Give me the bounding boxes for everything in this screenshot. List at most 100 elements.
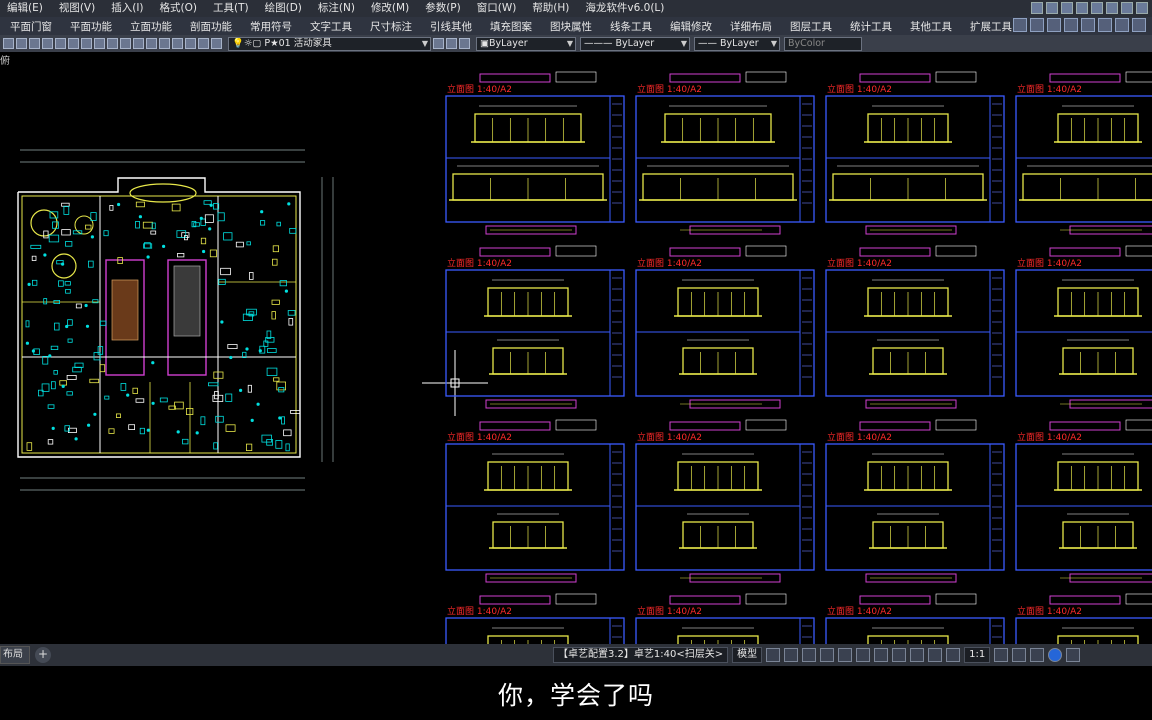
layer-iso-icon[interactable] <box>146 38 157 49</box>
config-status[interactable]: 【卓艺配置3.2】卓艺1:40<扫层关> <box>553 647 729 663</box>
drawing-canvas[interactable]: 俯 立面图 1:40/A2 立面图 1:40/A2 立面图 1:40/A2 立面… <box>0 52 1152 644</box>
open-icon[interactable] <box>16 38 27 49</box>
menu-item[interactable]: 参数(P) <box>418 0 470 17</box>
layer-walk-icon[interactable] <box>159 38 170 49</box>
quick-tool-icon[interactable] <box>1132 18 1146 32</box>
auto-scale-icon[interactable] <box>946 648 961 662</box>
layer-dropdown[interactable]: 💡☼▢ P★01 活动家具 ▼ <box>228 36 431 51</box>
layer-unisolate-icon[interactable] <box>211 38 222 49</box>
function-menu-item[interactable]: 编辑修改 <box>660 19 720 34</box>
function-menu-item[interactable]: 详细布局 <box>720 19 780 34</box>
grid-icon[interactable] <box>766 648 781 662</box>
menu-item[interactable]: 编辑(E) <box>0 0 52 17</box>
color-dropdown[interactable]: ▣ByLayer ▼ <box>476 36 576 51</box>
layer-settings-icon[interactable] <box>433 38 444 49</box>
quick-tool-icon[interactable] <box>1115 18 1129 32</box>
layer-delete-icon[interactable] <box>185 38 196 49</box>
layer-current-icon[interactable] <box>198 38 209 49</box>
selection-cycling-icon[interactable] <box>892 648 907 662</box>
layer-icon[interactable] <box>55 38 66 49</box>
function-menu-item[interactable]: 扩展工具 <box>960 19 1020 34</box>
function-menu-item[interactable]: 剖面功能 <box>180 19 240 34</box>
lineweight-dropdown[interactable]: —— ByLayer ▼ <box>694 36 780 51</box>
menu-item[interactable]: 海龙软件v6.0(L) <box>578 0 673 17</box>
otrack-icon[interactable] <box>856 648 871 662</box>
quick-tool-icon[interactable] <box>1030 18 1044 32</box>
layer-state-icon[interactable] <box>68 38 79 49</box>
function-menu-item[interactable]: 平面功能 <box>60 19 120 34</box>
menu-item[interactable]: 插入(I) <box>104 0 152 17</box>
add-layout-button[interactable]: + <box>35 647 51 663</box>
print-icon[interactable] <box>42 38 53 49</box>
osnap-icon[interactable] <box>838 648 853 662</box>
quick-tool-icon[interactable] <box>1013 18 1027 32</box>
function-menu-item[interactable]: 线条工具 <box>600 19 660 34</box>
function-menu-item[interactable]: 文字工具 <box>300 19 360 34</box>
snap-icon[interactable] <box>784 648 799 662</box>
sheet-icon[interactable] <box>1091 2 1103 14</box>
layer-refresh-icon[interactable] <box>446 38 457 49</box>
save-icon[interactable] <box>29 38 40 49</box>
menu-item[interactable]: 工具(T) <box>206 0 258 17</box>
function-menu-item[interactable]: 填充图案 <box>480 19 540 34</box>
table-icon[interactable] <box>1106 2 1118 14</box>
menu-item[interactable]: 标注(N) <box>311 0 364 17</box>
function-menu-item[interactable]: 常用符号 <box>240 19 300 34</box>
annotation-visibility-icon[interactable] <box>928 648 943 662</box>
quick-tool-icon[interactable] <box>1081 18 1095 32</box>
function-menu-item[interactable]: 引线其他 <box>420 19 480 34</box>
layer-extra-icon[interactable] <box>459 38 470 49</box>
new-icon[interactable] <box>3 38 14 49</box>
elevation-sheet: 立面图 1:40/A2 <box>825 245 1005 409</box>
view-icon[interactable] <box>1136 2 1148 14</box>
fullscreen-icon[interactable] <box>1066 648 1081 662</box>
linetype-dropdown[interactable]: ——— ByLayer ▼ <box>580 36 690 51</box>
quick-tool-icon[interactable] <box>1098 18 1112 32</box>
close-icon[interactable] <box>1061 2 1073 14</box>
hardware-acceleration-icon[interactable] <box>1048 648 1063 662</box>
layer-freeze-icon[interactable] <box>120 38 131 49</box>
menu-item[interactable]: 格式(O) <box>153 0 206 17</box>
restore-icon[interactable] <box>1046 2 1058 14</box>
polar-icon[interactable] <box>820 648 835 662</box>
tab-layout1[interactable]: 布局1 <box>0 646 30 676</box>
annotation-scale[interactable]: 1:1 <box>964 647 991 663</box>
layer-match-icon[interactable] <box>94 38 105 49</box>
function-menu-item[interactable]: 立面功能 <box>120 19 180 34</box>
elevation-sheet: 立面图 1:40/A2 <box>1015 71 1152 235</box>
quick-tool-icon[interactable] <box>1047 18 1061 32</box>
grid-icon[interactable] <box>1076 2 1088 14</box>
function-menu-item[interactable]: 图块属性 <box>540 19 600 34</box>
annotation-icon[interactable] <box>910 648 925 662</box>
layer-off-icon[interactable] <box>107 38 118 49</box>
function-menu-item[interactable]: 平面门窗 <box>0 19 60 34</box>
chart-icon[interactable] <box>1121 2 1133 14</box>
ortho-icon[interactable] <box>802 648 817 662</box>
plotstyle-value: ByColor <box>788 37 825 49</box>
layer-prev-icon[interactable] <box>81 38 92 49</box>
gear-icon[interactable] <box>994 648 1009 662</box>
layer-merge-icon[interactable] <box>172 38 183 49</box>
elevation-sheet: 立面图 1:40/A2 <box>445 71 625 235</box>
function-menu-item[interactable]: 尺寸标注 <box>360 19 420 34</box>
menu-item[interactable]: 视图(V) <box>52 0 104 17</box>
elevation-sheet: 立面图 1:40/A2 <box>445 419 625 583</box>
quick-tool-icon[interactable] <box>1064 18 1078 32</box>
layer-lock-icon[interactable] <box>133 38 144 49</box>
menu-item[interactable]: 修改(M) <box>364 0 418 17</box>
function-menu-item[interactable]: 其他工具 <box>900 19 960 34</box>
elevation-sheet: 立面图 1:40/A2 <box>445 593 625 644</box>
dyn-ucs-icon[interactable] <box>874 648 889 662</box>
function-menu-item[interactable]: 统计工具 <box>840 19 900 34</box>
menu-item[interactable]: 窗口(W) <box>470 0 526 17</box>
menu-item[interactable]: 绘图(D) <box>258 0 311 17</box>
plotstyle-dropdown[interactable]: ByColor <box>784 36 862 51</box>
model-space-button[interactable]: 模型 <box>732 647 763 663</box>
elevation-sheet: 立面图 1:40/A2 <box>635 71 815 235</box>
minimize-icon[interactable] <box>1031 2 1043 14</box>
plus-icon[interactable] <box>1012 648 1027 662</box>
menu-item[interactable]: 帮助(H) <box>525 0 578 17</box>
elevation-sheet: 立面图 1:40/A2 <box>635 593 815 644</box>
function-menu-item[interactable]: 图层工具 <box>780 19 840 34</box>
isolate-icon[interactable] <box>1030 648 1045 662</box>
